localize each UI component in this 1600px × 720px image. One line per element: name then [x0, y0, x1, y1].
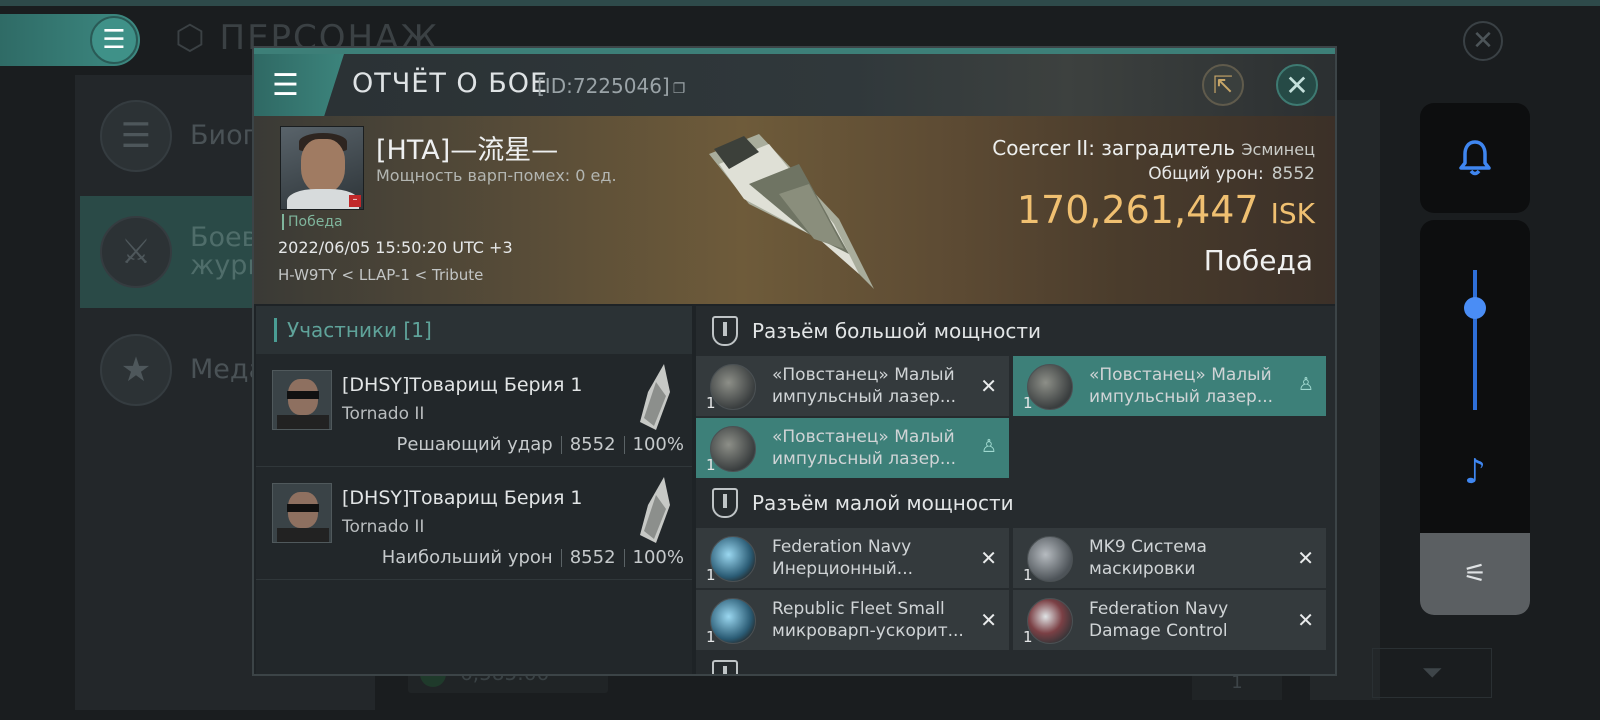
- filter-button[interactable]: ⏷: [1372, 648, 1492, 698]
- kill-datetime: 2022/06/05 15:50:20 UTC +3: [278, 238, 513, 257]
- destroyed-icon: ✕: [1297, 546, 1314, 570]
- notifications-widget[interactable]: [1420, 103, 1530, 213]
- high-slots-header: Разъём большой мощности: [696, 306, 1335, 356]
- volume-widget: ♪ ⚟: [1420, 220, 1530, 615]
- volume-slider-handle[interactable]: [1464, 297, 1486, 319]
- main-menu-button[interactable]: ☰: [0, 14, 140, 66]
- participant-avatar[interactable]: [272, 370, 332, 430]
- high-slots-grid: 1 «Повстанец» Малый импульсный лазер... ✕…: [696, 356, 1335, 478]
- standing-badge-icon: –: [349, 195, 361, 207]
- inertial-stabilizer-icon: [710, 536, 756, 582]
- background-page-number: 1: [1192, 672, 1282, 700]
- participants-panel: Участники [1] [DHSY]Товарищ Берия 1 Torn…: [256, 306, 692, 674]
- dropped-person-icon: ♙: [980, 436, 997, 457]
- low-slots-grid: 1 Federation Navy Инерционный... ✕ 1 MK9 …: [696, 528, 1335, 650]
- copy-icon: ❐: [672, 81, 686, 97]
- destroyed-icon: ✕: [980, 374, 997, 398]
- destroyed-icon: ✕: [980, 546, 997, 570]
- participant-stats: Наибольший урон 8552 100%: [381, 547, 684, 568]
- microwarpdrive-icon: [710, 598, 756, 644]
- participant-name: [DHSY]Товарищ Берия 1: [342, 487, 583, 509]
- hamburger-icon: ☰: [272, 67, 299, 103]
- isk-value: 170,261,447 ISK: [1016, 188, 1315, 232]
- laser-module-icon: [1027, 364, 1073, 410]
- star-icon: ★: [100, 334, 172, 406]
- module-item[interactable]: 1 «Повстанец» Малый импульсный лазер... ✕: [696, 356, 1009, 416]
- participant-stats: Решающий удар 8552 100%: [396, 434, 685, 455]
- participant-ship: Tornado II: [342, 517, 425, 537]
- share-button[interactable]: ⇱: [1202, 64, 1244, 106]
- participant-avatar[interactable]: [272, 483, 332, 543]
- victim-summary: – [HTA]—流星— Мощность варп-помех: 0 ед. П…: [254, 116, 1335, 304]
- module-item[interactable]: 1 Republic Fleet Small микроварп-ускорит.…: [696, 590, 1009, 650]
- dropped-person-icon: ♙: [1297, 374, 1314, 395]
- background-close-button[interactable]: ✕: [1463, 21, 1503, 61]
- victim-portrait[interactable]: –: [280, 126, 364, 210]
- destroyed-icon: ✕: [1297, 608, 1314, 632]
- destroyed-icon: ✕: [980, 608, 997, 632]
- modal-menu-button[interactable]: ☰: [254, 54, 344, 116]
- victim-ship-image[interactable]: [689, 124, 889, 296]
- participant-row[interactable]: [DHSY]Товарищ Берия 1 Tornado II Наиболь…: [256, 467, 692, 580]
- result-tag: Победа: [282, 214, 343, 230]
- victim-ship-name[interactable]: Coercer II: заградитель Эсминец: [992, 136, 1315, 160]
- sliders-icon: ⚟: [1463, 559, 1487, 589]
- module-item[interactable]: 1 «Повстанец» Малый импульсный лазер... ♙: [1013, 356, 1326, 416]
- low-slot-icon: [712, 488, 738, 518]
- participant-ship-image: [640, 364, 670, 430]
- crossed-swords-icon: ⚔: [100, 216, 172, 288]
- list-icon: ☰: [100, 100, 172, 172]
- hamburger-icon: ☰: [90, 16, 138, 64]
- combat-report-dialog: ☰ ОТЧЁТ О БОЕ [ID:7225046] ❐ ⇱ ✕ – [HTA]—…: [252, 46, 1337, 676]
- sliders-settings-button[interactable]: ⚟: [1420, 533, 1530, 615]
- filter-icon: ⏷: [1421, 657, 1443, 688]
- result-label: Победа: [1203, 244, 1313, 277]
- module-item[interactable]: 1 Federation Navy Damage Control ✕: [1013, 590, 1326, 650]
- damage-control-icon: [1027, 598, 1073, 644]
- character-icon: ⬡: [175, 18, 207, 58]
- modal-header: ☰ ОТЧЁТ О БОЕ [ID:7225046] ❐ ⇱ ✕: [254, 54, 1335, 116]
- bell-icon: [1459, 140, 1491, 176]
- laser-module-icon: [710, 426, 756, 472]
- volume-track[interactable]: [1473, 270, 1477, 410]
- participant-ship-image: [640, 477, 670, 543]
- high-slot-icon: [712, 316, 738, 346]
- fitting-panel: Разъём большой мощности 1 «Повстанец» Ма…: [696, 306, 1335, 674]
- participant-name: [DHSY]Товарищ Берия 1: [342, 374, 583, 396]
- laser-module-icon: [710, 364, 756, 410]
- close-icon: ✕: [1285, 68, 1309, 102]
- next-section-header: [696, 650, 1335, 674]
- module-item[interactable]: 1 Federation Navy Инерционный... ✕: [696, 528, 1009, 588]
- low-slots-header: Разъём малой мощности: [696, 478, 1335, 528]
- total-damage: Общий урон: 8552: [1148, 164, 1315, 184]
- share-icon: ⇱: [1212, 71, 1234, 99]
- cloaking-device-icon: [1027, 536, 1073, 582]
- participants-header: Участники [1]: [256, 306, 692, 354]
- music-note-icon[interactable]: ♪: [1420, 452, 1530, 492]
- top-accent-line: [0, 0, 1600, 6]
- module-item[interactable]: 1 MK9 Система маскировки ✕: [1013, 528, 1326, 588]
- slot-icon: [712, 660, 738, 674]
- module-item[interactable]: 1 «Повстанец» Малый импульсный лазер... ♙: [696, 418, 1009, 478]
- participant-ship: Tornado II: [342, 404, 425, 424]
- participant-row[interactable]: [DHSY]Товарищ Берия 1 Tornado II Решающи…: [256, 354, 692, 467]
- report-id[interactable]: [ID:7225046] ❐: [537, 74, 685, 98]
- kill-location[interactable]: H-W9TY < LLAP-1 < Tribute: [278, 266, 483, 284]
- close-button[interactable]: ✕: [1276, 64, 1318, 106]
- warp-disruption-strength: Мощность варп-помех: 0 ед.: [376, 166, 617, 185]
- victim-name[interactable]: [HTA]—流星—: [376, 128, 558, 167]
- modal-title: ОТЧЁТ О БОЕ: [352, 68, 549, 99]
